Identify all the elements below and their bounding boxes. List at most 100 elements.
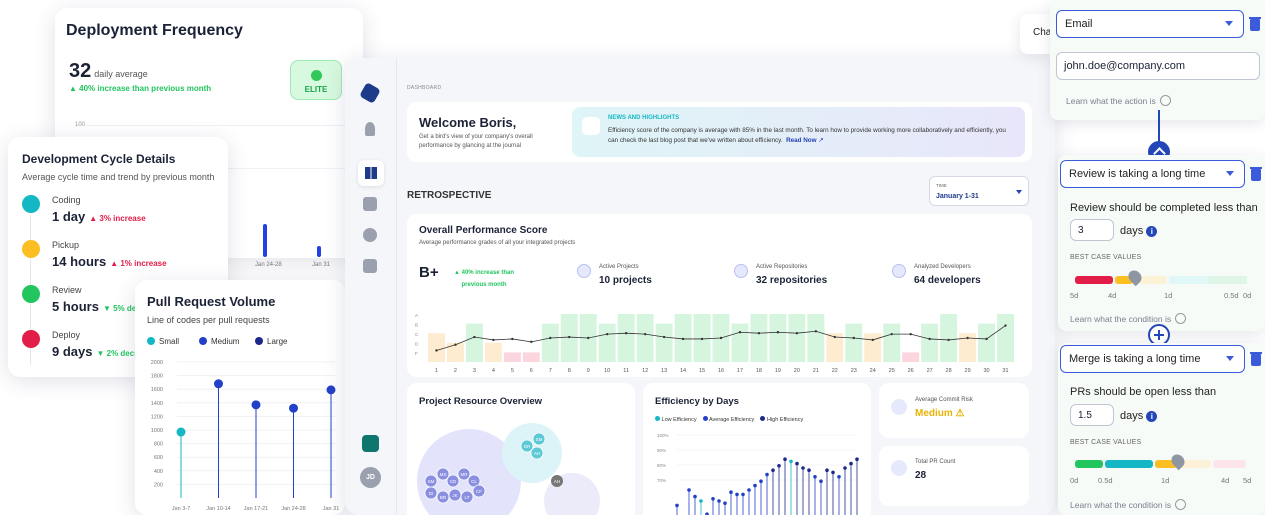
info-icon: i <box>1146 411 1158 422</box>
performance-bar <box>617 314 635 362</box>
email-field[interactable]: john.doe@company.com <box>1056 52 1260 80</box>
deployment-title: Deployment Frequency <box>66 22 243 39</box>
efficiency-point <box>741 492 745 497</box>
y-tick-label: 600 <box>154 455 163 461</box>
dashboard-nav-item[interactable] <box>358 160 384 186</box>
efficiency-title: Efficiency by Days <box>655 396 739 407</box>
condition-card-merge: Merge is taking a long time PRs should b… <box>1058 343 1265 515</box>
pie-chart-icon[interactable] <box>363 228 377 242</box>
integration-icon[interactable] <box>362 435 379 452</box>
score-point <box>624 332 628 335</box>
range-segment <box>1208 276 1246 284</box>
trash-icon[interactable] <box>1250 167 1262 181</box>
time-label: TIME <box>936 183 947 188</box>
x-tick-label: 18 <box>756 368 762 374</box>
x-tick-label: Jan 3-7 <box>172 506 190 512</box>
days-label: days i <box>1120 225 1158 237</box>
help-icon <box>1159 95 1171 106</box>
cycle-title: Development Cycle Details <box>22 152 176 166</box>
efficiency-point <box>759 479 763 483</box>
trash-icon[interactable] <box>1250 352 1262 366</box>
x-tick-label: 22 <box>832 368 838 374</box>
performance-bar <box>731 323 749 362</box>
y-tick-label: 2000 <box>151 360 163 366</box>
bubble-label: CL <box>471 479 477 484</box>
grid-line <box>85 125 355 126</box>
avatar[interactable]: JD <box>360 467 381 488</box>
efficiency-point <box>783 457 787 461</box>
x-tick-label: 26 <box>908 368 914 374</box>
performance-bar <box>636 314 654 362</box>
score-point <box>985 337 988 341</box>
bubble-label: SM <box>428 479 435 484</box>
cycle-step-label: Pickup <box>52 240 80 250</box>
chevron-down-icon <box>1225 21 1233 26</box>
commit-risk-card: Average Commit Risk Medium ⚠ <box>879 383 1029 438</box>
performance-bar <box>788 314 806 362</box>
learn-action-link[interactable]: Learn what the action is <box>1066 95 1171 106</box>
x-tick-label: 31 <box>1002 368 1008 374</box>
efficiency-point <box>735 492 739 497</box>
pr-value: 28 <box>915 470 927 481</box>
briefcase-icon[interactable] <box>363 197 377 211</box>
help-icon <box>1175 499 1187 510</box>
x-tick-label: 2 <box>454 368 457 374</box>
range-segment <box>1075 276 1113 284</box>
efficiency-chart: 100% 90% 80% 70% <box>657 433 859 515</box>
deployment-bar <box>317 246 321 257</box>
condition-text: Review should be completed less than <box>1070 202 1258 214</box>
y-tick-label: C <box>415 332 419 337</box>
dashboard-main: DASHBOARD Welcome Boris, Get a bird's vi… <box>397 58 1055 515</box>
action-select[interactable]: Email <box>1056 10 1244 38</box>
y-tick-label: 1800 <box>151 374 163 380</box>
learn-condition-link[interactable]: Learn what the condition is <box>1070 499 1187 510</box>
trash-icon[interactable] <box>1249 17 1261 31</box>
overall-performance-card: Overall Performance Score Average perfor… <box>407 214 1032 377</box>
condition-select-review[interactable]: Review is taking a long time <box>1060 160 1245 188</box>
stage-icon <box>22 195 40 213</box>
bell-icon[interactable] <box>365 122 375 136</box>
days-input[interactable]: 1.5 <box>1070 404 1114 426</box>
performance-bar <box>807 314 825 362</box>
efficiency-point <box>789 459 793 464</box>
x-tick-label: 10 <box>604 368 610 374</box>
data-point <box>326 385 336 395</box>
efficiency-point <box>825 468 829 472</box>
bubble-label: SM <box>536 437 543 442</box>
learn-condition-link[interactable]: Learn what the condition is <box>1070 313 1187 324</box>
score-point <box>890 332 893 336</box>
risk-label: Average Commit Risk <box>915 397 973 403</box>
bubble-label: AH <box>534 451 540 456</box>
bubble-label: MS <box>440 472 447 477</box>
bubble-label: JK <box>452 493 457 498</box>
legend-small: Small <box>147 337 179 346</box>
help-icon <box>1175 313 1187 324</box>
cycle-step-value: 5 hours ▼ 5% de <box>52 299 137 314</box>
contacts-icon[interactable] <box>363 259 377 273</box>
efficiency-point <box>831 470 835 475</box>
performance-bar <box>997 314 1014 362</box>
score-point <box>947 338 950 342</box>
efficiency-point <box>855 457 859 461</box>
cycle-step-label: Review <box>52 285 82 295</box>
x-tick-label: 17 <box>737 368 743 374</box>
days-input[interactable]: 3 <box>1070 219 1114 241</box>
x-tick-label: 14 <box>680 368 686 374</box>
logo-icon <box>359 82 381 104</box>
condition-select-merge[interactable]: Merge is taking a long time <box>1060 345 1245 373</box>
score-point <box>1004 324 1007 327</box>
data-point <box>289 403 298 413</box>
prv-subtitle: Line of codes per pull requests <box>147 315 270 325</box>
time-select[interactable]: TIME January 1-31 <box>929 176 1029 206</box>
efficiency-point <box>717 499 721 503</box>
x-tick-label: 1 <box>435 368 438 374</box>
ops-title: Overall Performance Score <box>419 225 548 236</box>
performance-bar <box>769 314 787 362</box>
briefcase-icon <box>577 264 591 278</box>
efficiency-point <box>795 461 799 466</box>
deployment-tick: Jan 31 <box>312 262 331 268</box>
range-segment <box>1075 460 1103 468</box>
x-tick-label: Jan 10-14 <box>206 506 230 512</box>
range-tick: 0.5d <box>1098 476 1113 485</box>
read-now-link[interactable]: Read Now <box>786 137 816 144</box>
